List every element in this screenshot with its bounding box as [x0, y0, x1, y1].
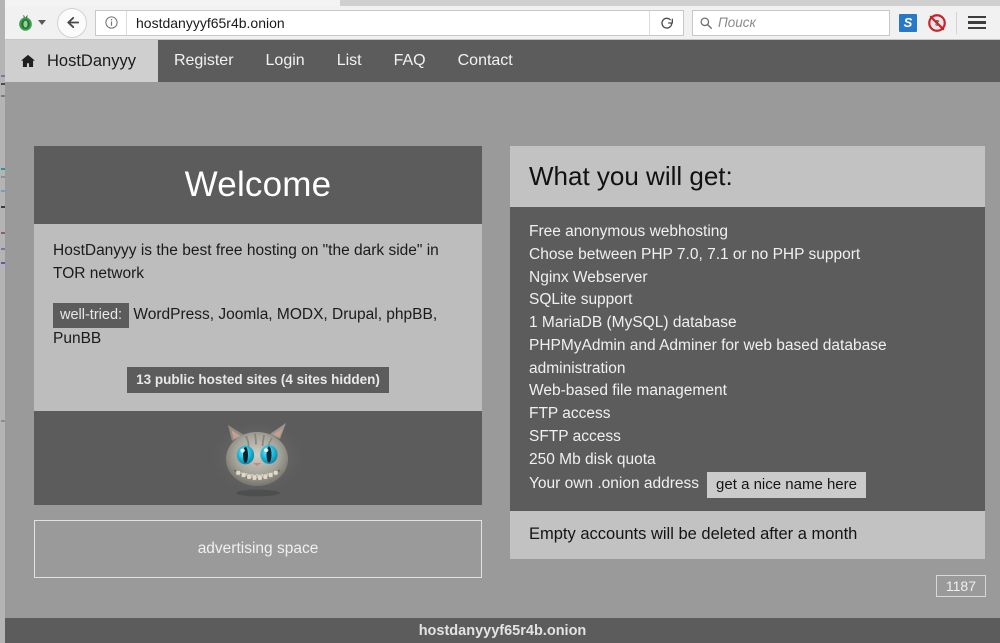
site-navbar: HostDanyyy Register Login List FAQ Conta…	[5, 40, 1000, 82]
list-item: SQLite support	[529, 289, 966, 312]
nav-item-list[interactable]: List	[321, 40, 378, 82]
list-item: 1 MariaDB (MySQL) database	[529, 312, 966, 335]
advertising-space-label: advertising space	[198, 540, 319, 558]
web-page: HostDanyyy Register Login List FAQ Conta…	[5, 40, 1000, 643]
site-footer: hostdanyyyf65r4b.onion	[5, 618, 1000, 643]
search-input-placeholder[interactable]: Поиск	[718, 15, 756, 30]
back-arrow-icon	[64, 14, 81, 31]
list-item: 250 Mb disk quota	[529, 449, 966, 472]
securedrop-extension-button[interactable]: S	[897, 12, 919, 34]
feature-list: Free anonymous webhosting Chose between …	[529, 221, 966, 498]
list-item: Chose between PHP 7.0, 7.1 or no PHP sup…	[529, 244, 966, 267]
list-item: Nginx Webserver	[529, 267, 966, 290]
home-icon	[20, 53, 36, 69]
info-circle-icon	[104, 15, 119, 30]
nav-item-contact[interactable]: Contact	[442, 40, 529, 82]
sidebar-item-home[interactable]: HostDanyyy	[5, 40, 158, 82]
welcome-panel-body: HostDanyyy is the best free hosting on "…	[34, 224, 482, 411]
features-column: What you will get: Free anonymous webhos…	[510, 146, 985, 559]
cheshire-cat-panel	[34, 411, 482, 505]
onion-address-label: Your own .onion address	[529, 473, 699, 496]
well-tried-line: well-tried: WordPress, Joomla, MODX, Dru…	[53, 303, 463, 351]
reload-icon	[659, 15, 675, 31]
hosted-sites-badge[interactable]: 13 public hosted sites (4 sites hidden)	[127, 367, 389, 393]
search-icon	[693, 16, 718, 30]
features-panel-header: What you will get:	[510, 146, 985, 207]
back-button[interactable]	[57, 8, 87, 38]
nav-item-login[interactable]: Login	[250, 40, 321, 82]
securedrop-extension-icon: S	[899, 14, 917, 32]
page-title: Welcome	[185, 165, 332, 205]
sites-badge-row: 13 public hosted sites (4 sites hidden)	[53, 367, 463, 393]
list-item: Web-based file management	[529, 380, 966, 403]
noscript-button[interactable]	[926, 12, 948, 34]
search-bar[interactable]: Поиск	[692, 10, 890, 36]
footer-onion-address: hostdanyyyf65r4b.onion	[419, 623, 587, 639]
features-panel-footer: Empty accounts will be deleted after a m…	[510, 511, 985, 559]
brand-label: HostDanyyy	[47, 52, 136, 71]
welcome-panel-header: Welcome	[34, 146, 482, 224]
browser-toolbar: hostdanyyyf65r4b.onion Поиск	[5, 6, 1000, 39]
nav-item-register[interactable]: Register	[158, 40, 250, 82]
list-item: PHPMyAdmin and Adminer for web based dat…	[529, 335, 966, 381]
advertising-space[interactable]: advertising space	[34, 520, 482, 578]
page-content: Welcome HostDanyyy is the best free host…	[5, 82, 1000, 607]
get-nice-name-link[interactable]: get a nice name here	[707, 472, 866, 498]
screen: hostdanyyyf65r4b.onion Поиск	[0, 0, 1000, 643]
empty-accounts-note: Empty accounts will be deleted after a m…	[529, 525, 857, 544]
list-item: SFTP access	[529, 426, 966, 449]
features-title: What you will get:	[529, 161, 733, 192]
url-bar[interactable]: hostdanyyyf65r4b.onion	[95, 10, 684, 36]
nav-item-faq[interactable]: FAQ	[378, 40, 442, 82]
tor-button[interactable]	[13, 11, 49, 34]
features-panel-body: Free anonymous webhosting Chose between …	[510, 207, 985, 511]
toolbar-divider	[956, 12, 957, 34]
browser-chrome: hostdanyyyf65r4b.onion Поиск	[5, 0, 1000, 40]
list-item-onion-address: Your own .onion address get a nice name …	[529, 472, 966, 498]
browser-menu-button[interactable]	[964, 11, 990, 35]
welcome-column: Welcome HostDanyyy is the best free host…	[34, 146, 482, 578]
chevron-down-icon	[38, 20, 46, 25]
visitor-counter: 1187	[936, 575, 986, 597]
url-text[interactable]: hostdanyyyf65r4b.onion	[127, 15, 649, 31]
site-identity-button[interactable]	[96, 11, 127, 35]
reload-button[interactable]	[649, 11, 683, 35]
list-item: Free anonymous webhosting	[529, 221, 966, 244]
noscript-icon	[927, 13, 947, 33]
list-item: FTP access	[529, 403, 966, 426]
onion-icon	[16, 13, 35, 32]
cheshire-cat-image	[206, 415, 310, 501]
intro-text: HostDanyyy is the best free hosting on "…	[53, 240, 463, 286]
hamburger-menu-icon	[968, 16, 986, 19]
well-tried-badge: well-tried:	[53, 303, 129, 328]
